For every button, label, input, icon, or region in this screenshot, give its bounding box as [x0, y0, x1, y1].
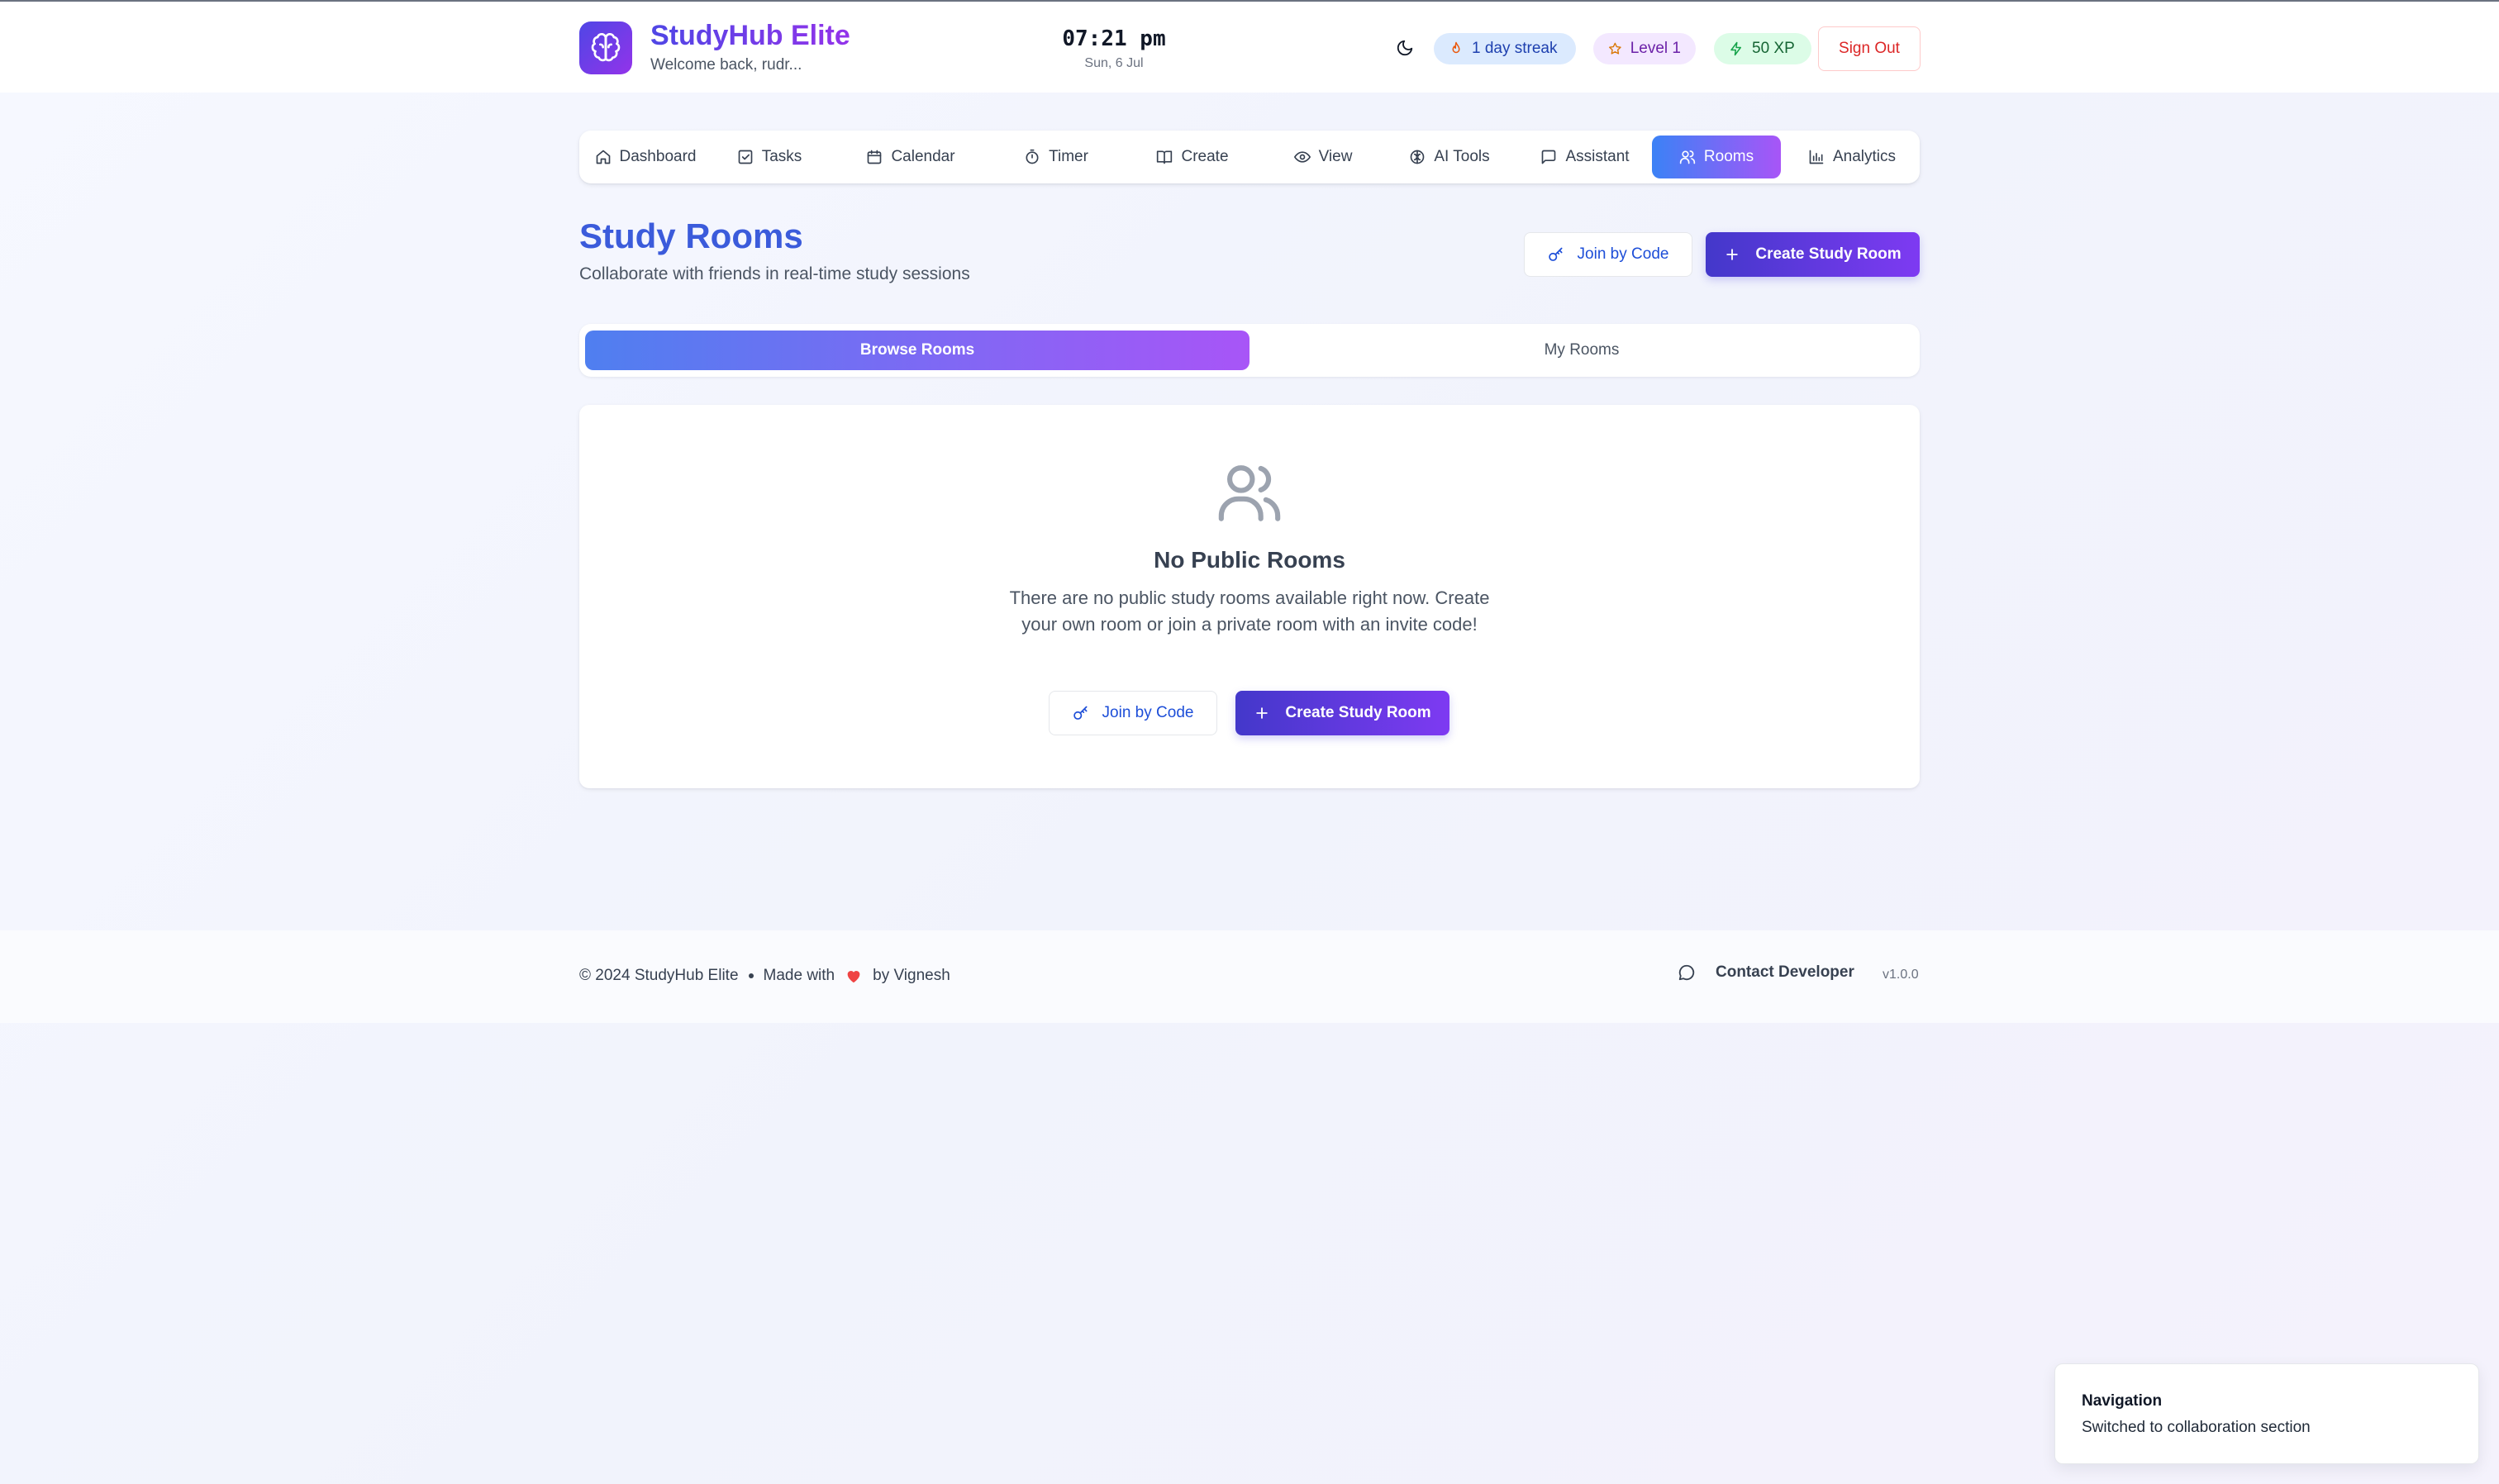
nav-label: Rooms	[1703, 148, 1754, 165]
moon-icon	[1397, 40, 1413, 56]
nav-item-assistant[interactable]: Assistant	[1526, 136, 1644, 178]
nav-label: Tasks	[761, 148, 802, 165]
chat-icon	[1678, 964, 1695, 981]
checkbox-icon	[738, 150, 753, 164]
rooms-empty-state: No Public Rooms There are no public stud…	[579, 405, 1920, 788]
app-logo[interactable]	[579, 21, 632, 74]
nav-item-ai-tools[interactable]: AI Tools	[1396, 136, 1503, 178]
page-title: Study Rooms	[579, 216, 803, 255]
tab-my-rooms[interactable]: My Rooms	[1250, 331, 1914, 370]
plus-icon	[1256, 707, 1269, 719]
heart-icon	[847, 971, 860, 983]
author-text: by Vignesh	[873, 967, 950, 984]
book-icon	[1157, 150, 1173, 164]
nav-item-tasks[interactable]: Tasks	[726, 136, 812, 178]
join-by-code-label: Join by Code	[1577, 245, 1669, 263]
key-icon	[1073, 706, 1088, 720]
create-study-room-label: Create Study Room	[1285, 704, 1431, 721]
footer-credits: © 2024 StudyHub Elite Made with by Vigne…	[579, 967, 950, 985]
create-study-room-button[interactable]: Create Study Room	[1235, 691, 1449, 735]
nav-item-calendar[interactable]: Calendar	[855, 136, 966, 178]
home-icon	[596, 150, 610, 164]
main-nav: Dashboard Tasks Calendar Timer Create Vi…	[579, 131, 1920, 183]
app-footer: © 2024 StudyHub Elite Made with by Vigne…	[0, 930, 2499, 1023]
brain-icon	[591, 32, 621, 62]
users-icon	[1218, 465, 1281, 521]
bar-chart-icon	[1809, 150, 1824, 164]
xp-badge: 50 XP	[1714, 33, 1811, 64]
lightning-icon	[1730, 41, 1741, 56]
nav-item-view[interactable]: View	[1278, 136, 1368, 178]
contact-developer-link[interactable]: Contact Developer	[1678, 963, 1854, 982]
timer-icon	[1026, 149, 1039, 164]
contact-label: Contact Developer	[1716, 963, 1854, 981]
join-by-code-button[interactable]: Join by Code	[1524, 232, 1692, 277]
nav-item-analytics[interactable]: Analytics	[1796, 136, 1908, 178]
version-label: v1.0.0	[1883, 968, 1919, 982]
nav-item-create[interactable]: Create	[1141, 136, 1244, 178]
xp-label: 50 XP	[1752, 40, 1795, 57]
separator-dot	[748, 973, 754, 978]
sign-out-button[interactable]: Sign Out	[1818, 26, 1921, 71]
nav-label: Assistant	[1565, 148, 1630, 165]
clock-date: Sun, 6 Jul	[1084, 56, 1144, 70]
level-label: Level 1	[1630, 40, 1681, 57]
clock-time: 07:21 pm	[1062, 26, 1166, 51]
tab-browse-rooms[interactable]: Browse Rooms	[585, 331, 1250, 370]
streak-badge: 1 day streak	[1434, 33, 1576, 64]
empty-state-text: There are no public study rooms availabl…	[1009, 587, 1490, 635]
create-study-room-button[interactable]: Create Study Room	[1706, 232, 1920, 277]
page-subtitle: Collaborate with friends in real-time st…	[579, 264, 970, 283]
toast-title: Navigation	[2082, 1392, 2163, 1410]
key-icon	[1548, 247, 1563, 261]
welcome-text: Welcome back, rudr...	[650, 56, 802, 74]
app-header: StudyHub Elite Welcome back, rudr... 07:…	[0, 0, 2499, 93]
nav-label: Analytics	[1832, 148, 1897, 165]
users-icon	[1679, 150, 1696, 164]
nav-label: View	[1318, 148, 1353, 165]
nav-item-rooms[interactable]: Rooms	[1652, 136, 1781, 178]
calendar-icon	[868, 150, 882, 164]
nav-item-timer[interactable]: Timer	[1007, 136, 1105, 178]
nav-label: Dashboard	[619, 148, 697, 165]
nav-label: AI Tools	[1434, 148, 1490, 165]
made-with-text: Made with	[763, 967, 835, 984]
flame-icon	[1452, 41, 1460, 54]
copyright: © 2024 StudyHub Elite	[579, 967, 739, 984]
toast-message: Switched to collaboration section	[2082, 1419, 2311, 1436]
eye-icon	[1293, 151, 1311, 163]
nav-label: Create	[1181, 148, 1229, 165]
chat-icon	[1542, 150, 1556, 164]
empty-state-title: No Public Rooms	[1154, 547, 1345, 573]
streak-label: 1 day streak	[1472, 40, 1558, 57]
brain-icon	[1411, 150, 1425, 164]
level-badge: Level 1	[1593, 33, 1696, 64]
star-icon	[1609, 42, 1621, 55]
join-by-code-label: Join by Code	[1102, 704, 1194, 721]
nav-label: Calendar	[891, 148, 955, 165]
toast-notification[interactable]: Navigation Switched to collaboration sec…	[2054, 1363, 2479, 1464]
nav-label: Timer	[1049, 148, 1088, 165]
brand-title: StudyHub Elite	[650, 20, 850, 51]
create-study-room-label: Create Study Room	[1755, 245, 1902, 263]
room-tabs: Browse Rooms My Rooms	[579, 324, 1920, 377]
join-by-code-button[interactable]: Join by Code	[1049, 691, 1217, 735]
nav-item-dashboard[interactable]: Dashboard	[588, 136, 703, 178]
theme-toggle-button[interactable]	[1392, 35, 1418, 61]
plus-icon	[1726, 249, 1739, 260]
